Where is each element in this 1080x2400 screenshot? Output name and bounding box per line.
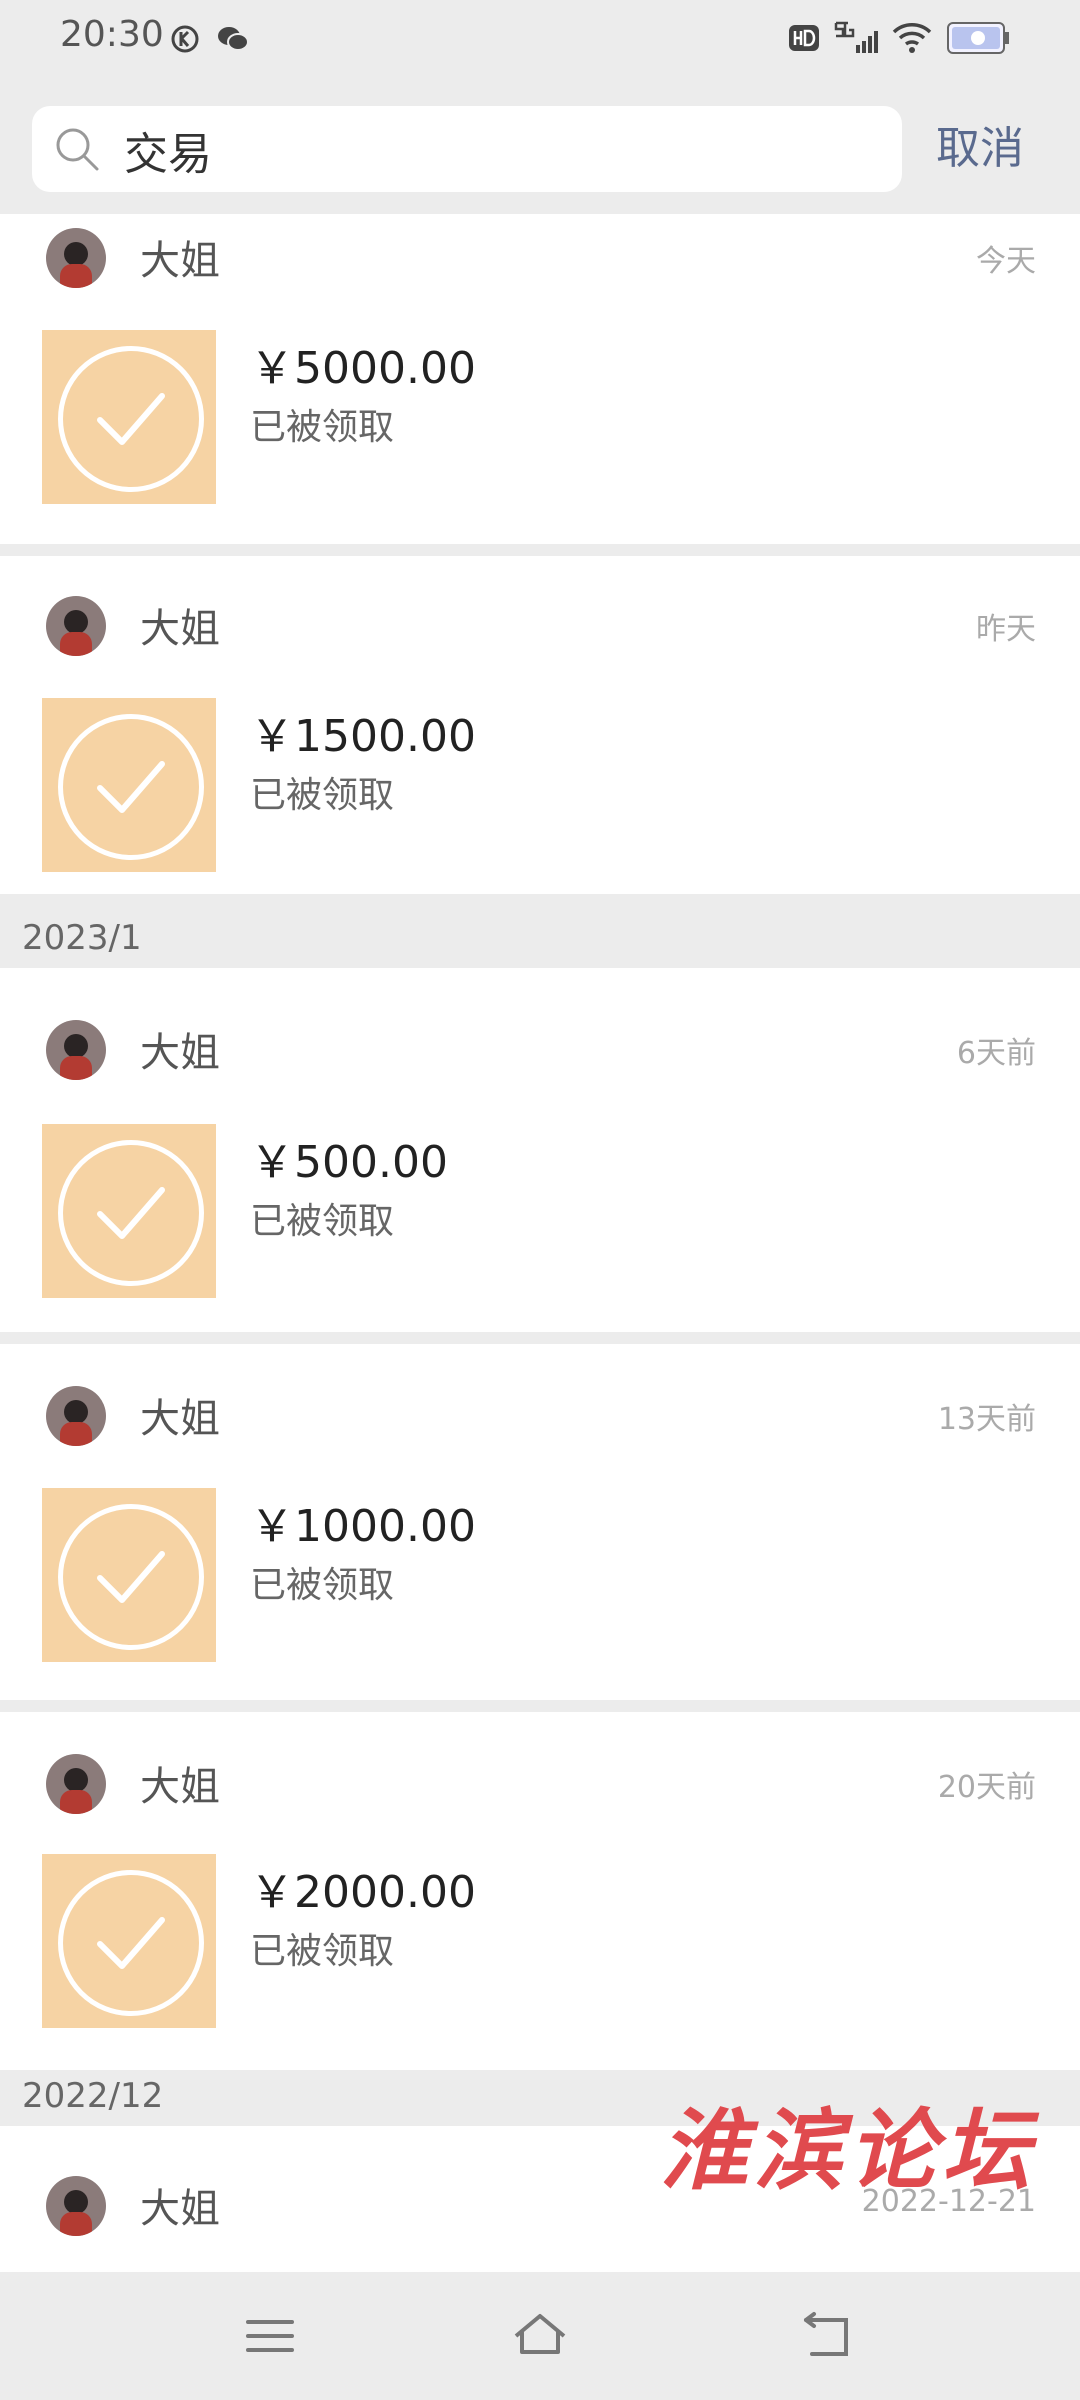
transaction-item[interactable]: 大姐 13天前 ￥1000.00 已被领取: [0, 1344, 1080, 1700]
transaction-time: 13天前: [937, 1402, 1036, 1437]
transaction-amount: ￥500.00: [250, 1137, 448, 1188]
check-icon: [97, 761, 165, 813]
transaction-status: 已被领取: [250, 1565, 395, 1606]
contact-name: 大姐: [140, 1764, 220, 1810]
search-input[interactable]: [122, 106, 886, 194]
transaction-status: 已被领取: [250, 1931, 395, 1972]
transfer-icon: [42, 1854, 216, 2028]
transaction-time: 今天: [976, 244, 1036, 279]
search-bar: 取消: [0, 80, 1080, 214]
transaction-item[interactable]: 大姐 昨天 ￥1500.00 已被领取: [0, 556, 1080, 894]
transaction-item[interactable]: 大姐 20天前 ￥2000.00 已被领取: [0, 1712, 1080, 2070]
status-time: 20:30: [60, 14, 164, 55]
home-icon[interactable]: [510, 2306, 570, 2366]
transaction-amount: ￥1500.00: [250, 711, 476, 762]
cancel-button[interactable]: 取消: [936, 106, 1024, 192]
contact-name: 大姐: [140, 1030, 220, 1076]
transaction-status: 已被领取: [250, 407, 395, 448]
battery-icon: [946, 20, 1010, 60]
section-header: 2023/1: [0, 914, 1080, 968]
hd-icon: [788, 22, 820, 58]
search-box[interactable]: [32, 106, 902, 194]
transaction-amount: ￥5000.00: [250, 343, 476, 394]
avatar[interactable]: [46, 2176, 106, 2236]
wechat-icon: [216, 24, 250, 58]
transaction-amount: ￥2000.00: [250, 1867, 476, 1918]
section-label: 2022/12: [22, 2076, 164, 2116]
contact-name: 大姐: [140, 1396, 220, 1442]
transaction-status: 已被领取: [250, 775, 395, 816]
check-icon: [97, 1917, 165, 1969]
contact-name: 大姐: [140, 238, 220, 284]
check-icon: [97, 1187, 165, 1239]
transfer-icon: [42, 1488, 216, 1662]
section-label: 2023/1: [22, 918, 142, 958]
transaction-amount: ￥1000.00: [250, 1501, 476, 1552]
back-icon[interactable]: [796, 2306, 856, 2366]
signal-5g-icon: [834, 21, 878, 59]
menu-icon[interactable]: [240, 2306, 300, 2366]
transfer-icon: [42, 698, 216, 872]
avatar[interactable]: [46, 1020, 106, 1080]
wifi-icon: [892, 22, 932, 58]
transaction-time: 6天前: [956, 1036, 1036, 1071]
watermark: 淮滨论坛: [660, 2098, 1037, 2202]
transaction-status: 已被领取: [250, 1201, 395, 1242]
avatar[interactable]: [46, 228, 106, 288]
check-icon: [97, 393, 165, 445]
check-icon: [97, 1551, 165, 1603]
transfer-icon: [42, 330, 216, 504]
contact-name: 大姐: [140, 2186, 220, 2232]
k-app-icon: [170, 24, 200, 58]
transaction-time: 昨天: [976, 612, 1036, 647]
status-bar: 20:30: [0, 0, 1080, 80]
transaction-item[interactable]: 大姐 今天 ￥5000.00 已被领取: [0, 214, 1080, 544]
transaction-item[interactable]: 大姐 6天前 ￥500.00 已被领取: [0, 968, 1080, 1332]
transfer-icon: [42, 1124, 216, 1298]
search-icon: [54, 126, 100, 172]
avatar[interactable]: [46, 596, 106, 656]
transaction-time: 20天前: [937, 1770, 1036, 1805]
avatar[interactable]: [46, 1754, 106, 1814]
contact-name: 大姐: [140, 606, 220, 652]
avatar[interactable]: [46, 1386, 106, 1446]
navigation-bar: [0, 2272, 1080, 2400]
